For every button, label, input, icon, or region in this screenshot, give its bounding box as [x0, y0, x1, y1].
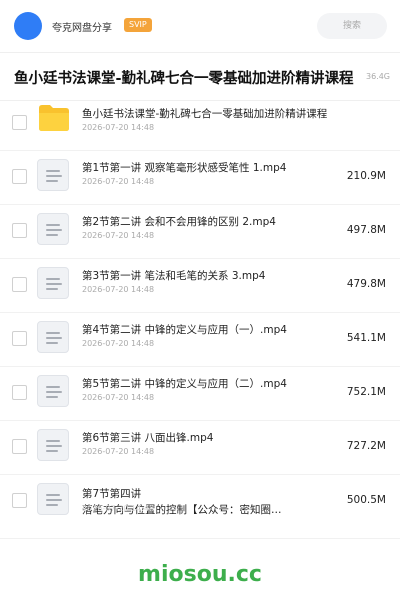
video-file-icon — [37, 159, 69, 191]
file-date: 2026-07-20 14:48 — [82, 339, 155, 348]
file-size: 479.8M — [346, 278, 386, 290]
select-checkbox[interactable] — [12, 115, 27, 130]
select-checkbox[interactable] — [12, 439, 27, 454]
list-item[interactable]: 第6节第三讲 八面出锋.mp4 2026-07-20 14:48 727.2M — [0, 420, 400, 475]
select-checkbox[interactable] — [12, 331, 27, 346]
file-date: 2026-07-20 14:48 — [82, 123, 155, 132]
file-size: 727.2M — [346, 440, 386, 452]
file-name: 第6节第三讲 八面出锋.mp4 — [82, 432, 214, 444]
file-name: 鱼小廷书法课堂-勤礼碑七合一零基础加进阶精讲课程 — [82, 108, 328, 120]
video-file-icon — [37, 213, 69, 245]
select-checkbox[interactable] — [12, 385, 27, 400]
list-item[interactable]: 第5节第二讲 中锋的定义与应用（二）.mp4 2026-07-20 14:48 … — [0, 366, 400, 421]
file-name: 第3节第一讲 笔法和毛笔的关系 3.mp4 — [82, 270, 266, 282]
select-checkbox[interactable] — [12, 277, 27, 292]
folder-total-size: 36.4G — [365, 72, 390, 81]
watermark: miosou.cc — [138, 562, 262, 587]
file-date: 2026-07-20 14:48 — [82, 447, 155, 456]
video-file-icon — [37, 267, 69, 299]
app-name: 夸克网盘分享 — [52, 23, 112, 34]
file-size: 210.9M — [346, 170, 386, 182]
list-item[interactable]: 第2节第二讲 会和不会用锋的区别 2.mp4 2026-07-20 14:48 … — [0, 204, 400, 259]
file-date: 2026-07-20 14:48 — [82, 285, 155, 294]
file-size: 541.1M — [346, 332, 386, 344]
file-date: 2026-07-20 14:48 — [82, 393, 155, 402]
file-date: 2026-07-20 14:48 — [82, 231, 155, 240]
video-file-icon — [37, 375, 69, 407]
video-file-icon — [37, 321, 69, 353]
list-item[interactable]: 第7节第四讲 落笔方向与位置的控制【公众号：密知圈… 2026-07-20 14… — [0, 474, 400, 539]
file-date: 2026-07-20 14:48 — [82, 177, 155, 186]
file-size: 752.1M — [346, 386, 386, 398]
list-item[interactable]: 第4节第二讲 中锋的定义与应用（一）.mp4 2026-07-20 14:48 … — [0, 312, 400, 367]
file-name: 第1节第一讲 观察笔毫形状感受笔性 1.mp4 — [82, 162, 287, 174]
file-name: 第2节第二讲 会和不会用锋的区别 2.mp4 — [82, 216, 276, 228]
svip-badge: SVIP — [124, 18, 152, 32]
list-item[interactable]: 鱼小廷书法课堂-勤礼碑七合一零基础加进阶精讲课程 2026-07-20 14:4… — [0, 96, 400, 151]
folder-header: 鱼小廷书法课堂-勤礼碑七合一零基础加进阶精讲课程 36.4G — [0, 52, 400, 101]
file-size: 500.5M — [346, 494, 386, 506]
select-checkbox[interactable] — [12, 223, 27, 238]
video-file-icon — [37, 429, 69, 461]
top-bar: 夸克网盘分享 SVIP 搜索 — [0, 0, 400, 53]
file-name: 第5节第二讲 中锋的定义与应用（二）.mp4 — [82, 378, 287, 390]
select-checkbox[interactable] — [12, 493, 27, 508]
avatar[interactable] — [14, 12, 42, 40]
select-checkbox[interactable] — [12, 169, 27, 184]
file-date: 2026-07-20 14:48 — [82, 504, 155, 513]
file-name: 第4节第二讲 中锋的定义与应用（一）.mp4 — [82, 324, 287, 336]
list-item[interactable]: 第1节第一讲 观察笔毫形状感受笔性 1.mp4 2026-07-20 14:48… — [0, 150, 400, 205]
page-title: 鱼小廷书法课堂-勤礼碑七合一零基础加进阶精讲课程 — [14, 71, 354, 87]
file-size: 497.8M — [346, 224, 386, 236]
video-file-icon — [37, 483, 69, 515]
folder-icon — [39, 105, 69, 131]
list-item[interactable]: 第3节第一讲 笔法和毛笔的关系 3.mp4 2026-07-20 14:48 4… — [0, 258, 400, 313]
search-input[interactable]: 搜索 — [317, 13, 387, 39]
file-name: 第7节第四讲 — [82, 488, 142, 500]
